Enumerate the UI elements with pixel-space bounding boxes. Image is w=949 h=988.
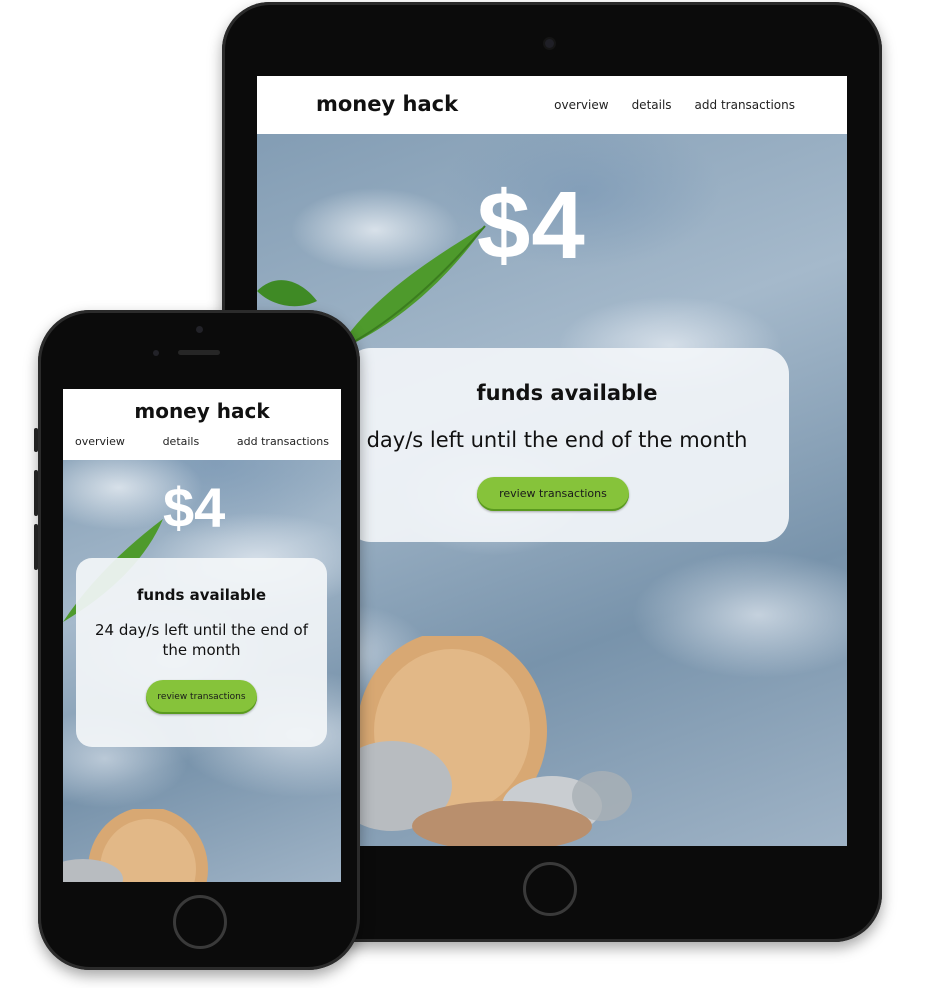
funds-amount: $4 [477,172,586,279]
phone-side-button [34,428,38,452]
days-left-text: 24 day/s left until the end of the month [94,621,308,659]
tablet-home-button[interactable] [523,862,577,916]
phone-home-button[interactable] [173,895,227,949]
funds-card: funds available day/s left until the end… [345,348,789,542]
funds-card-title: funds available [476,381,658,405]
phone-camera [196,326,203,333]
phone-device: money hack overview details add transact… [34,310,360,970]
days-left-text: day/s left until the end of the month [366,428,748,452]
phone-navbar: money hack overview details add transact… [63,389,341,460]
nav-overview[interactable]: overview [75,435,125,448]
tablet-camera [545,39,554,48]
coins-graphic [63,809,208,882]
coins-jar-graphic [352,636,632,846]
phone-screen: money hack overview details add transact… [63,389,341,882]
nav-add-transactions[interactable]: add transactions [695,98,795,112]
funds-amount: $4 [163,476,226,539]
funds-card: funds available 24 day/s left until the … [76,558,327,747]
nav-details[interactable]: details [632,98,672,112]
phone-sensor [153,350,159,356]
nav-links: overview details add transactions [75,435,329,448]
app-logo[interactable]: money hack [63,399,341,423]
tablet-navbar: money hack overview details add transact… [257,76,847,134]
app-logo[interactable]: money hack [316,92,458,116]
review-transactions-button[interactable]: review transactions [477,477,629,511]
funds-card-title: funds available [136,586,267,604]
review-transactions-button[interactable]: review transactions [146,680,257,714]
nav-details[interactable]: details [163,435,200,448]
phone-volume-up [34,470,38,516]
nav-add-transactions[interactable]: add transactions [237,435,329,448]
phone-volume-down [34,524,38,570]
nav-overview[interactable]: overview [554,98,608,112]
nav-links: overview details add transactions [554,98,795,112]
phone-speaker [178,350,220,355]
